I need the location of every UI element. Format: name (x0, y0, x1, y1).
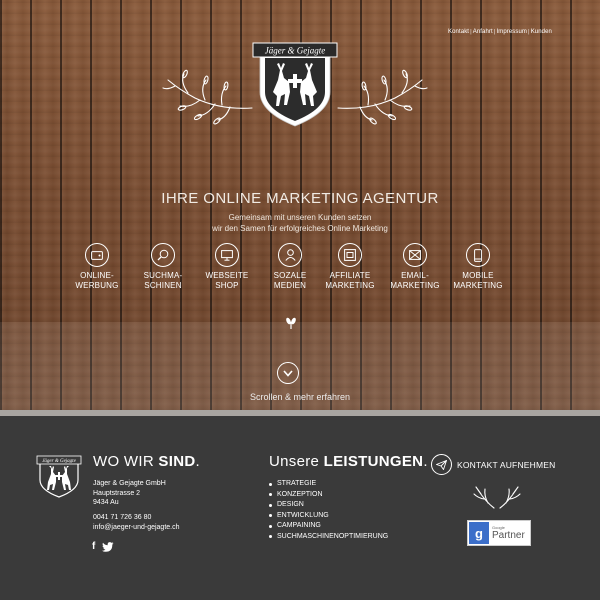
scroll-hint[interactable]: Scrollen & mehr erfahren (0, 392, 600, 402)
service-label: MOBILE MARKETING (453, 271, 503, 290)
list-item[interactable]: DESIGN (269, 500, 388, 511)
hero-subline-line1: Gemeinsam mit unseren Kunden setzen (228, 213, 372, 222)
nav-kunden-link[interactable]: Kunden (531, 29, 552, 35)
hero-subline: Gemeinsam mit unseren Kunden setzen wir … (0, 212, 600, 234)
street: Hauptstrasse 2 (93, 489, 141, 497)
user-icon (278, 243, 302, 267)
nav-impressum-link[interactable]: Impressum (496, 29, 527, 35)
nav-separator: | (528, 29, 530, 35)
service-label: AFFILIATE MARKETING (325, 271, 375, 290)
scroll-down-button[interactable] (277, 362, 299, 384)
twitter-icon[interactable] (102, 541, 114, 552)
list-item[interactable]: SUCHMASCHINENOPTIMIERUNG (269, 532, 388, 543)
service-email-marketing[interactable]: EMAIL- MARKETING (380, 243, 450, 291)
google-g-icon: g (469, 522, 489, 544)
monitor-icon (215, 243, 239, 267)
hero-section: Kontakt|Anfahrt|Impressum|Kunden Jäger &… (0, 0, 600, 410)
smartphone-icon (466, 243, 490, 267)
service-label: ONLINE- WERBUNG (75, 271, 119, 290)
service-label: EMAIL- MARKETING (390, 271, 440, 290)
nav-separator: | (470, 29, 472, 35)
wallet-icon (85, 243, 109, 267)
nav-kontakt-link[interactable]: Kontakt (448, 29, 469, 35)
list-item[interactable]: ENTWICKLUNG (269, 511, 388, 522)
contact-button-label: KONTAKT AUFNEHMEN (457, 459, 556, 470)
where-heading: WO WIR SIND. (93, 453, 200, 470)
contact-button[interactable]: KONTAKT AUFNEHMEN (431, 454, 556, 475)
service-suchmaschinen[interactable]: SUCHMA- SCHINEN (128, 243, 198, 291)
magnifier-icon (151, 243, 175, 267)
window-icon (338, 243, 362, 267)
city: 9434 Au (93, 499, 119, 506)
chevron-down-icon (283, 369, 293, 377)
nav-separator: | (493, 29, 496, 35)
hero-subline-line2: wir den Samen für erfolgreiches Online M… (212, 224, 388, 233)
service-webseite-shop[interactable]: WEBSEITE SHOP (192, 243, 262, 291)
social-links: f (92, 541, 114, 552)
google-partner-badge[interactable]: g Google Partner (467, 520, 531, 546)
list-item[interactable]: CAMPAINING (269, 521, 388, 532)
right-branch-icon (337, 69, 428, 125)
email-link[interactable]: info@jaeger-und-gejagte.ch (93, 523, 180, 533)
hero-tagline: IHRE ONLINE MARKETING AGENTUR (161, 190, 439, 207)
envelope-icon (403, 243, 427, 267)
top-navigation: Kontakt|Anfahrt|Impressum|Kunden (448, 29, 552, 35)
list-item[interactable]: STRATEGIE (269, 479, 388, 490)
antlers-icon (473, 486, 521, 509)
list-item[interactable]: KONZEPTION (269, 490, 388, 501)
service-label: WEBSEITE SHOP (205, 271, 249, 290)
logo-text: Jäger & Gejagte (265, 46, 325, 56)
footer-logo[interactable]: Jäger & Gejagte (36, 450, 82, 498)
svg-text:Jäger & Gejagte: Jäger & Gejagte (42, 459, 76, 464)
services-row: ONLINE- WERBUNG SUCHMA- SCHINEN WEBSEITE SH… (62, 243, 542, 303)
footer-divider-band (0, 410, 600, 416)
services-heading: Unsere LEISTUNGEN. (269, 453, 428, 470)
facebook-icon[interactable]: f (92, 541, 95, 552)
service-affiliate-marketing[interactable]: AFFILIATE MARKETING (315, 243, 385, 291)
sprout-icon (286, 317, 296, 329)
service-online-werbung[interactable]: ONLINE- WERBUNG (62, 243, 132, 291)
company-name: Jäger & Gejagte GmbH (93, 480, 166, 487)
service-label: SUCHMA- SCHINEN (143, 271, 183, 290)
left-branch-icon (162, 69, 253, 125)
company-address: Jäger & Gejagte GmbH Hauptstrasse 2 9434… (93, 479, 166, 508)
paper-plane-icon (431, 454, 452, 475)
brand-logo[interactable]: Jäger & Gejagte (160, 30, 430, 130)
services-list: STRATEGIE KONZEPTION DESIGN ENTWICKLUNG … (269, 479, 388, 542)
nav-anfahrt-link[interactable]: Anfahrt (473, 29, 493, 35)
contact-details: 0041 71 726 36 80 info@jaeger-und-gejagt… (93, 513, 180, 532)
phone-number[interactable]: 0041 71 726 36 80 (93, 513, 180, 523)
badge-large-text: Partner (492, 530, 525, 541)
service-mobile-marketing[interactable]: MOBILE MARKETING (443, 243, 513, 291)
